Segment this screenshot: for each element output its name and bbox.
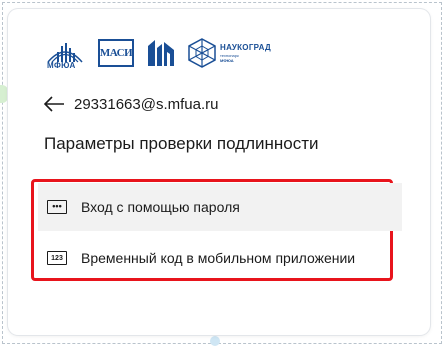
partner-logos: МФЮА МАСИ НАУКОГРАД технопарк МФЮА	[44, 36, 271, 70]
password-option-label: Вход с помощью пароля	[81, 199, 240, 215]
naukograd-logo: НАУКОГРАД технопарк МФЮА	[188, 38, 271, 68]
code-123-icon: 123	[47, 251, 67, 265]
mobile-code-option[interactable]: 123 Временный код в мобильном приложении	[38, 234, 402, 282]
mfua-logo-text: МФЮА	[47, 61, 76, 70]
building-logo	[146, 38, 176, 68]
auth-options-list: ••• Вход с помощью пароля 123 Временный …	[31, 179, 402, 281]
masi-logo: МАСИ	[98, 39, 134, 67]
naukograd-title: НАУКОГРАД	[220, 42, 271, 52]
password-option[interactable]: ••• Вход с помощью пароля	[38, 183, 402, 231]
arrow-left-icon	[43, 96, 64, 112]
mfua-logo: МФЮА	[44, 36, 86, 70]
naukograd-subtitle-2: МФЮА	[220, 57, 234, 63]
account-email: 29331663@s.mfua.ru	[74, 95, 219, 113]
naukograd-emblem-icon	[188, 38, 216, 68]
masi-logo-text: МАСИ	[99, 47, 133, 59]
building-emblem-icon	[148, 40, 174, 66]
background-decoration	[0, 85, 8, 103]
account-row: 29331663@s.mfua.ru	[42, 92, 219, 116]
code-123-glyph: 123	[51, 254, 63, 262]
background-decoration	[210, 336, 220, 346]
password-dots-glyph: •••	[52, 200, 62, 211]
page-title: Параметры проверки подлинности	[44, 134, 319, 153]
back-button[interactable]	[42, 92, 66, 116]
mobile-code-option-label: Временный код в мобильном приложении	[81, 250, 356, 266]
naukograd-subtitle: технопарк	[220, 52, 239, 58]
password-dots-icon: •••	[47, 200, 67, 214]
